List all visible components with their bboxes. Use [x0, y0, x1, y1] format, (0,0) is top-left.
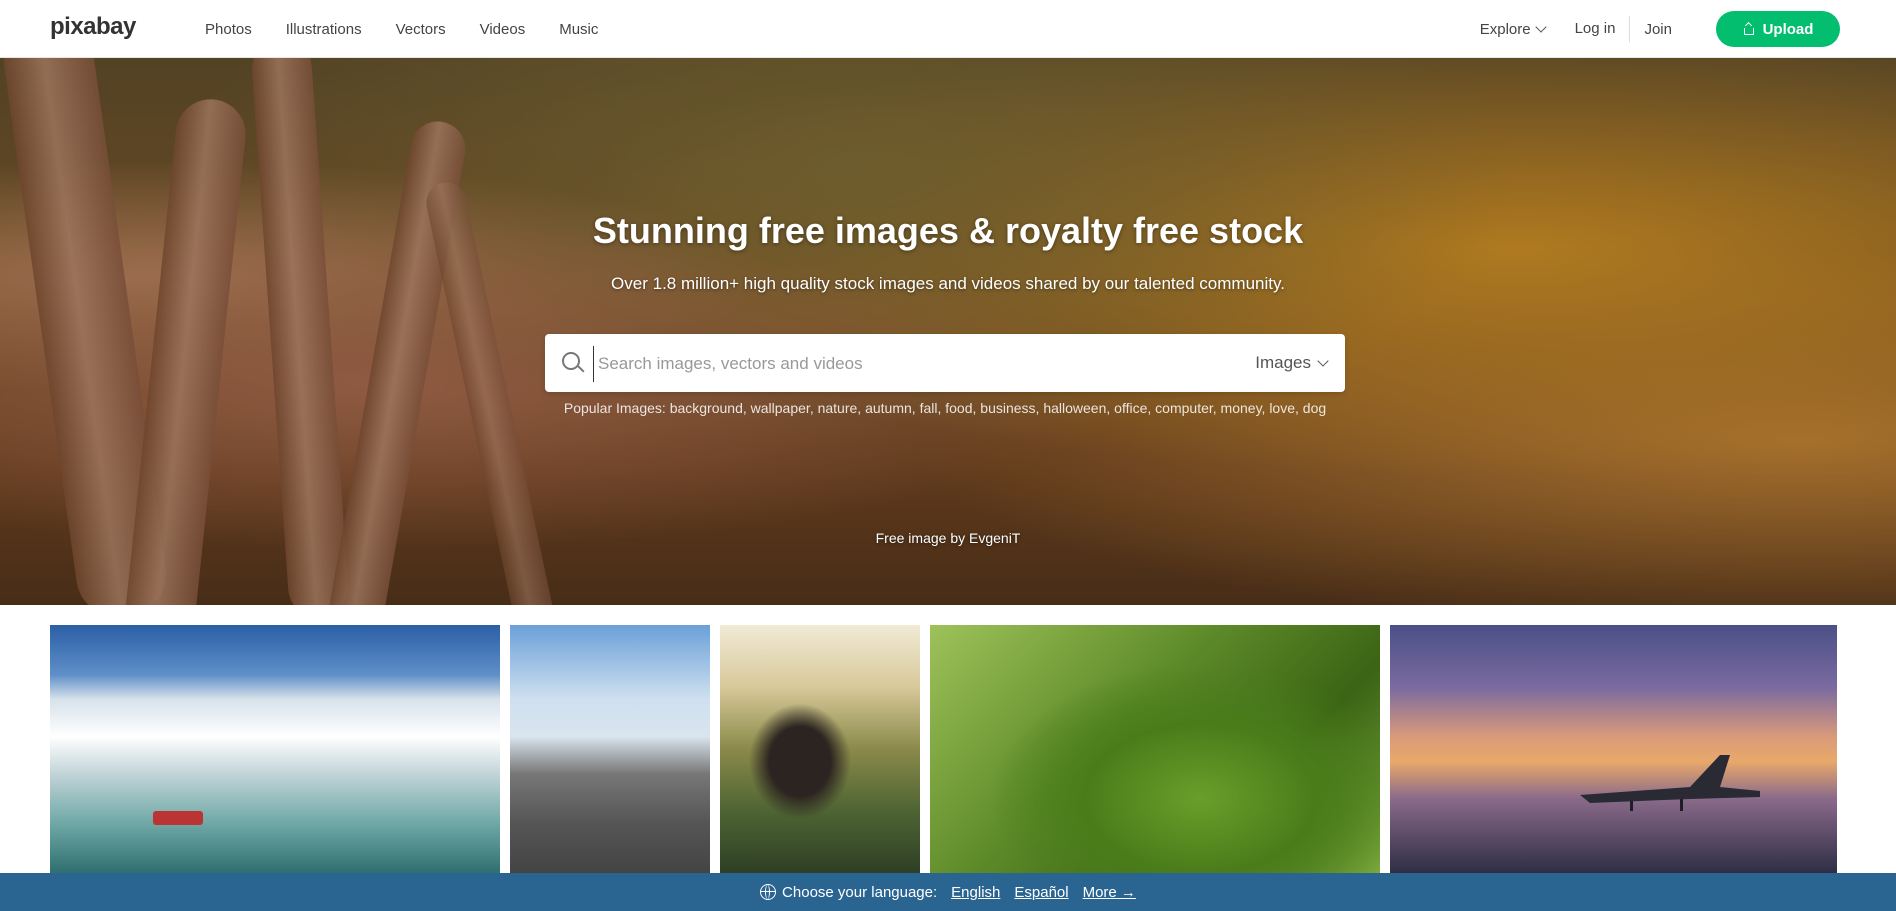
popular-tag[interactable]: food: [945, 400, 972, 416]
popular-tag[interactable]: business: [980, 400, 1035, 416]
popular-tag[interactable]: wallpaper: [751, 400, 810, 416]
popular-tag[interactable]: dog: [1303, 400, 1326, 416]
hero-subtitle: Over 1.8 million+ high quality stock ima…: [611, 274, 1285, 293]
gallery-image-woman[interactable]: [720, 625, 920, 873]
nav-music[interactable]: Music: [559, 21, 598, 38]
join-link[interactable]: Join: [1644, 21, 1672, 38]
popular-tag[interactable]: fall: [920, 400, 938, 416]
pixabay-logo[interactable]: pixabay: [50, 13, 136, 41]
search-bar: Images: [545, 334, 1345, 392]
search-type-label: Images: [1255, 353, 1311, 372]
nav-photos[interactable]: Photos: [205, 21, 252, 38]
upload-icon: [1743, 23, 1755, 35]
language-label-group: Choose your language:: [760, 884, 937, 901]
language-label: Choose your language:: [782, 883, 938, 901]
header-actions: Explore Log in Join Upload: [1480, 0, 1840, 58]
popular-searches: Popular Images: background, wallpaper, n…: [563, 400, 1327, 416]
upload-label: Upload: [1762, 20, 1814, 38]
hero-overlay: [0, 58, 1896, 605]
gallery-image-leaf[interactable]: [930, 625, 1380, 873]
search-type-dropdown[interactable]: Images: [1255, 334, 1329, 392]
gallery-image-elephants[interactable]: [510, 625, 710, 873]
popular-tag[interactable]: background: [670, 400, 743, 416]
gallery-image-waterfall[interactable]: [50, 625, 500, 873]
language-more[interactable]: More →: [1083, 884, 1136, 901]
popular-label: Popular Images:: [563, 400, 666, 416]
globe-icon: [760, 884, 777, 900]
search-input[interactable]: [593, 346, 1240, 382]
login-link[interactable]: Log in: [1575, 16, 1631, 42]
gallery-image-jet[interactable]: [1390, 625, 1837, 873]
explore-menu[interactable]: Explore: [1479, 20, 1547, 38]
nav-vectors[interactable]: Vectors: [396, 21, 446, 38]
nav-videos[interactable]: Videos: [480, 21, 526, 38]
popular-tag[interactable]: money: [1221, 400, 1262, 416]
site-header: pixabay Photos Illustrations Vectors Vid…: [0, 0, 1896, 58]
language-english[interactable]: English: [951, 884, 1000, 901]
popular-tag[interactable]: halloween: [1043, 400, 1106, 416]
popular-tag[interactable]: autumn: [865, 400, 912, 416]
chevron-down-icon: [1534, 21, 1547, 33]
popular-tag[interactable]: nature: [818, 400, 858, 416]
image-gallery: [0, 625, 1896, 875]
hero-banner: Stunning free images & royalty free stoc…: [0, 58, 1896, 605]
chevron-down-icon: [1317, 355, 1329, 367]
popular-tag[interactable]: love: [1269, 400, 1295, 416]
explore-label: Explore: [1479, 20, 1531, 38]
popular-tag[interactable]: computer: [1155, 400, 1213, 416]
upload-button[interactable]: Upload: [1716, 11, 1840, 47]
search-icon[interactable]: [562, 352, 580, 370]
image-credit[interactable]: Free image by EvgeniT: [0, 530, 1896, 546]
main-nav: Photos Illustrations Vectors Videos Musi…: [205, 0, 598, 58]
language-espanol[interactable]: Español: [1014, 884, 1068, 901]
popular-tag[interactable]: office: [1114, 400, 1147, 416]
jet-silhouette: [1580, 755, 1760, 811]
hero-title: Stunning free images & royalty free stoc…: [592, 210, 1304, 251]
language-bar: Choose your language: English Español Mo…: [0, 873, 1896, 911]
nav-illustrations[interactable]: Illustrations: [286, 21, 362, 38]
